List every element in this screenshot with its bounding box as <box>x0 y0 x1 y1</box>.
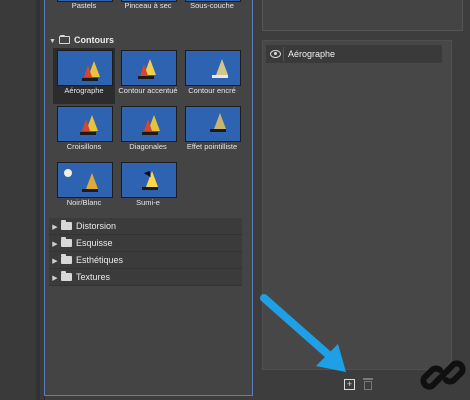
folder-icon <box>61 271 72 281</box>
divider <box>283 47 284 61</box>
filter-thumb-aerographe[interactable]: Aérographe <box>53 48 115 104</box>
filter-preview-image <box>185 106 241 142</box>
filter-caption: Effet pointilliste <box>186 142 238 151</box>
filter-preview-image <box>57 50 113 86</box>
annotation-arrow-icon <box>260 294 346 372</box>
options-area <box>262 0 463 31</box>
filter-caption: Pinceau à sec <box>124 1 172 10</box>
chevron-right-icon: ▶ <box>52 258 58 265</box>
filter-caption: Diagonales <box>129 142 167 151</box>
effect-layer-row[interactable]: Aérographe <box>266 45 442 63</box>
filter-thumb-effet-pointilliste[interactable]: Effet pointilliste <box>181 104 243 160</box>
chevron-down-icon: ▼ <box>49 38 56 45</box>
folder-icon <box>61 254 72 264</box>
filter-preview-image <box>57 162 113 198</box>
eye-icon[interactable] <box>270 50 281 58</box>
filter-thumb-sous-couche[interactable]: Sous-couche <box>181 0 243 46</box>
filter-preview-image <box>121 106 177 142</box>
category-label: Distorsion <box>76 221 117 231</box>
filter-caption: Noir/Blanc <box>66 198 102 207</box>
thumb-row-2: Croisillons Diagonales Effet pointillist… <box>53 104 243 156</box>
filter-caption: Pastels <box>71 1 97 10</box>
filter-thumb-croisillons[interactable]: Croisillons <box>53 104 115 160</box>
thumb-row-3: Noir/Blanc Sumi-e <box>53 160 243 212</box>
filter-gallery: Pastels Pinceau à sec Sous-couche ▼ Conto… <box>44 0 253 396</box>
filter-thumb-contour-accentue[interactable]: Contour accentué <box>117 48 179 104</box>
filter-preview-image <box>121 50 177 86</box>
category-textures[interactable]: ▶ Textures <box>49 269 242 286</box>
filter-preview-image <box>121 162 177 198</box>
category-esquisse[interactable]: ▶ Esquisse <box>49 235 242 252</box>
filter-thumb-diagonales[interactable]: Diagonales <box>117 104 179 160</box>
thumb-row-1: Aérographe Contour accentué Contour encr… <box>53 48 243 104</box>
category-esthetiques[interactable]: ▶ Esthétiques <box>49 252 242 269</box>
chevron-right-icon: ▶ <box>52 224 58 231</box>
filter-thumb-sumi-e[interactable]: Sumi-e <box>117 160 179 216</box>
filter-caption: Sumi-e <box>136 198 160 207</box>
folder-icon <box>61 220 72 230</box>
filter-thumb-noir-blanc[interactable]: Noir/Blanc <box>53 160 115 216</box>
chain-link-icon <box>420 360 466 390</box>
left-panel-edge <box>0 0 45 400</box>
group-label: Contours <box>74 35 114 45</box>
filter-caption: Sous-couche <box>190 1 234 10</box>
filter-thumb-contour-encre[interactable]: Contour encré <box>181 48 243 104</box>
filter-thumb-pinceau-a-sec[interactable]: Pinceau à sec <box>117 0 179 46</box>
filter-caption: Contour encré <box>188 86 236 95</box>
group-header-contours[interactable]: ▼ Contours <box>49 35 114 49</box>
filter-preview-image <box>57 106 113 142</box>
filter-options-panel <box>262 0 470 32</box>
folder-open-icon <box>59 35 70 44</box>
filter-caption: Contour accentué <box>118 86 178 95</box>
category-label: Esquisse <box>76 238 113 248</box>
chevron-right-icon: ▶ <box>52 241 58 248</box>
category-label: Textures <box>76 272 111 282</box>
folder-icon <box>61 237 72 247</box>
effect-layer-label: Aérographe <box>288 49 336 59</box>
left-scrollbar[interactable] <box>36 0 40 400</box>
chevron-right-icon: ▶ <box>52 275 58 282</box>
filter-caption: Aérographe <box>64 86 104 95</box>
category-label: Esthétiques <box>76 255 124 265</box>
category-distorsion[interactable]: ▶ Distorsion <box>49 218 242 235</box>
filter-preview-image <box>185 50 241 86</box>
filter-caption: Croisillons <box>66 142 102 151</box>
